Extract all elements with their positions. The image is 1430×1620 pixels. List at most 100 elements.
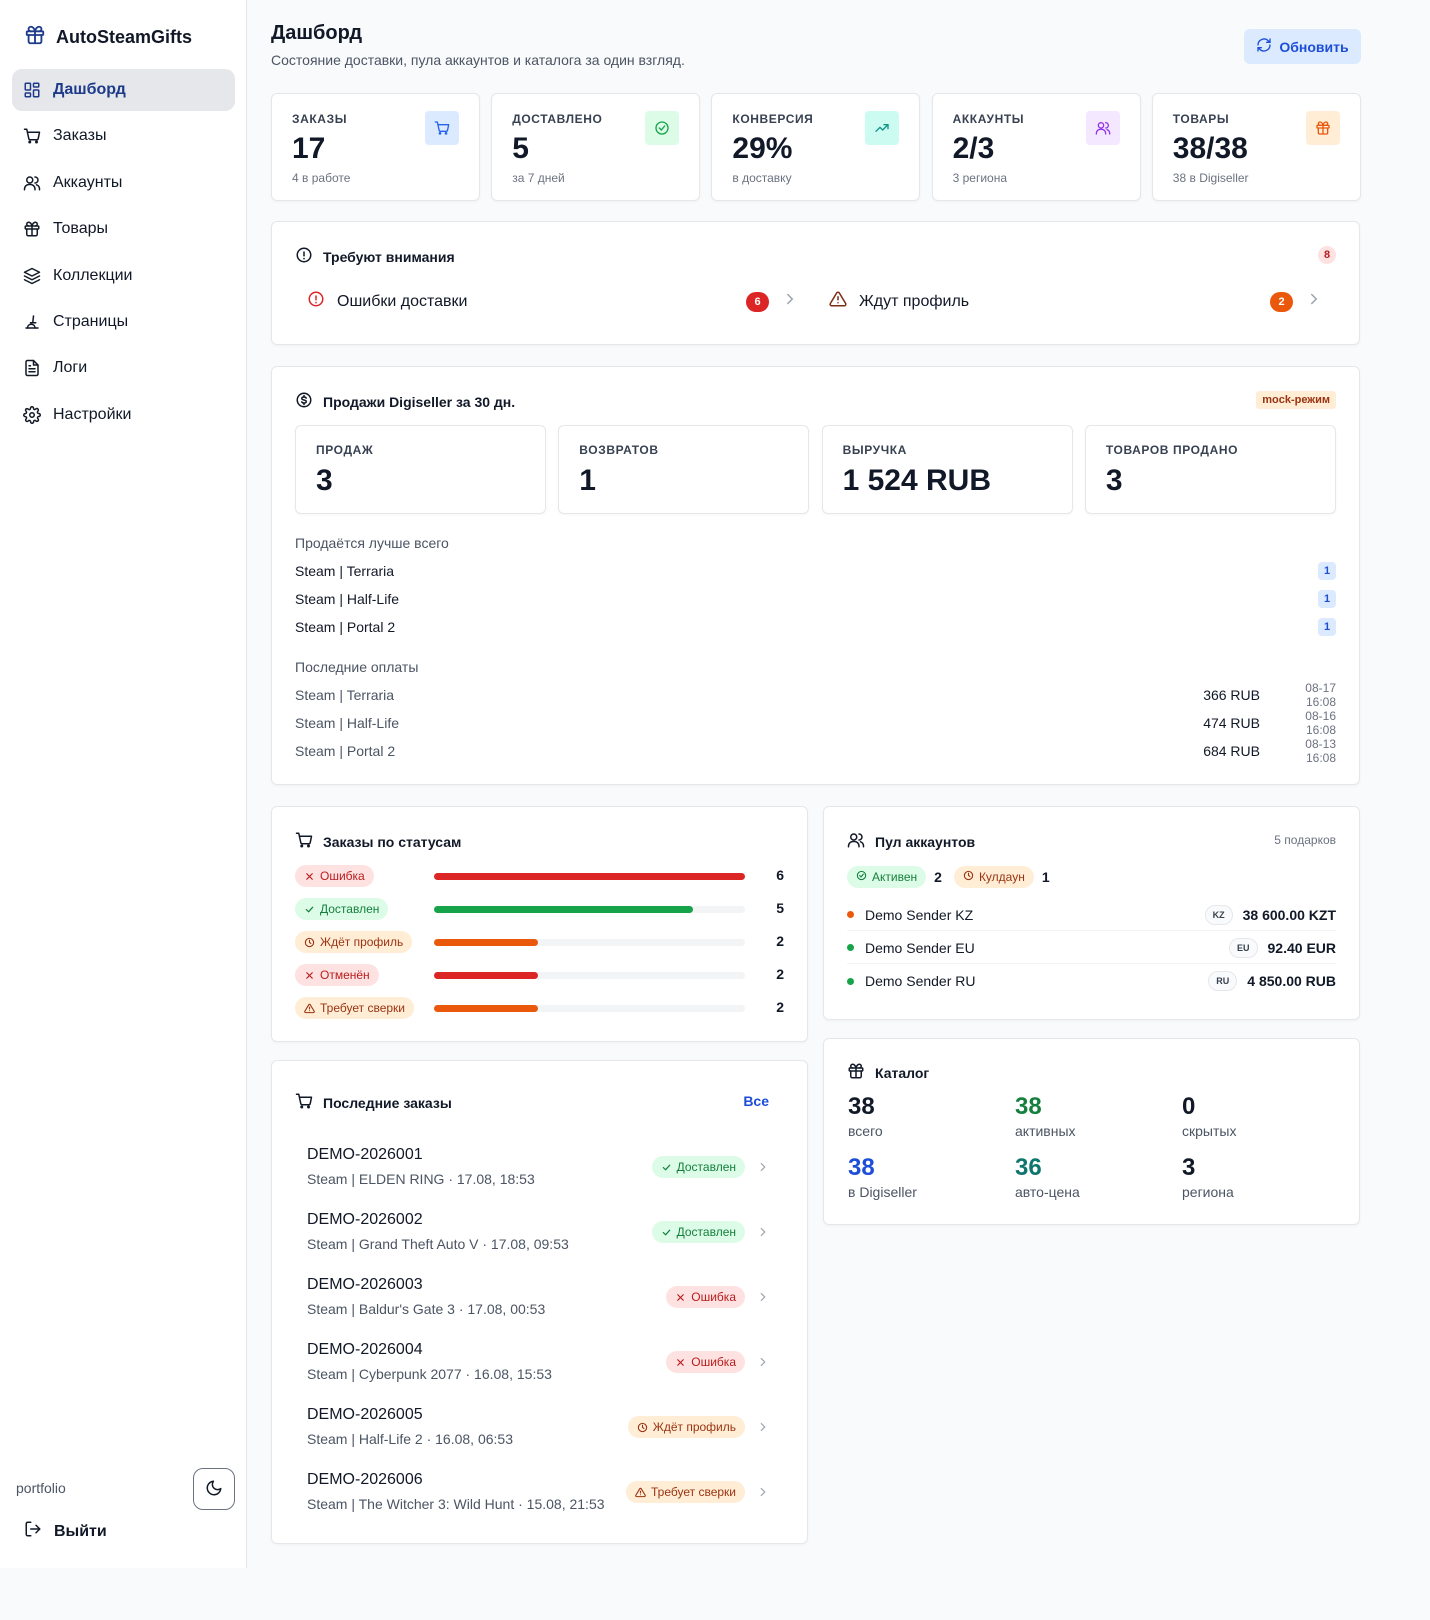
- moon-icon: [205, 1479, 223, 1500]
- chevron-right-icon: [756, 1225, 770, 1242]
- sales-stat-sales: ПРОДАЖ 3: [295, 425, 546, 514]
- status-row-отменён[interactable]: Отменён 2: [295, 964, 784, 986]
- catalog-stat-value: 36: [1015, 1154, 1042, 1181]
- status-chip: Требует сверки: [295, 997, 414, 1019]
- order-row[interactable]: DEMO-2026003 Steam | Baldur's Gate 3 · 1…: [295, 1276, 784, 1332]
- account-row[interactable]: Demo Sender KZ KZ 38 600.00 KZT: [847, 899, 1336, 931]
- stat-label: АККАУНТЫ: [952, 112, 1025, 126]
- gift-icon: [23, 220, 41, 238]
- cart-icon: [425, 111, 459, 145]
- sidebar: AutoSteamGifts Дашборд Заказы Аккаунты Т…: [0, 0, 247, 1568]
- sidebar-item-pages[interactable]: Страницы: [12, 301, 235, 343]
- payment-row: Steam | Portal 2 684 RUB 08-13 16:08: [295, 737, 1336, 765]
- sidebar-item-dashboard[interactable]: Дашборд: [12, 69, 235, 111]
- alert-circle-icon: [295, 246, 313, 267]
- status-bar-fill: [434, 873, 745, 880]
- order-row[interactable]: DEMO-2026004 Steam | Cyberpunk 2077 · 16…: [295, 1341, 784, 1397]
- sidebar-item-collections[interactable]: Коллекции: [12, 255, 235, 297]
- logout-button[interactable]: Выйти: [24, 1520, 107, 1543]
- stat-hint: за 7 дней: [512, 171, 565, 185]
- error-circle-icon: [307, 290, 325, 313]
- sales-title-text: Продажи Digiseller за 30 дн.: [323, 393, 516, 410]
- warning-icon: [304, 1003, 315, 1014]
- sidebar-item-accounts[interactable]: Аккаунты: [12, 162, 235, 204]
- sidebar-item-products[interactable]: Товары: [12, 208, 235, 250]
- stat-card-accounts[interactable]: АККАУНТЫ 2/3 3 региона: [931, 93, 1141, 201]
- clock-icon: [963, 870, 974, 884]
- payment-time: 08-13 16:08: [1305, 737, 1336, 765]
- stat-card-delivered[interactable]: ДОСТАВЛЕНО 5 за 7 дней: [491, 93, 701, 201]
- theme-toggle-button[interactable]: [193, 1468, 235, 1510]
- sales-stat-value: 3: [1105, 464, 1123, 497]
- x-icon: [304, 970, 315, 981]
- recent-payments-heading: Последние оплаты: [295, 659, 419, 675]
- chevron-right-icon: [756, 1485, 770, 1502]
- payment-row: Steam | Half-Life 474 RUB 08-16 16:08: [295, 709, 1336, 737]
- page-subtitle: Состояние доставки, пула аккаунтов и кат…: [271, 52, 685, 68]
- status-bar-track: [434, 939, 745, 946]
- refresh-button[interactable]: Обновить: [1244, 29, 1361, 64]
- order-row[interactable]: DEMO-2026002 Steam | Grand Theft Auto V …: [295, 1211, 784, 1267]
- pool-summary: Активен 2 Кулдаун 1: [847, 866, 1050, 888]
- status-bar-track: [434, 873, 745, 880]
- attention-card: Требуют внимания 8: [271, 221, 1360, 345]
- status-bar-track: [434, 972, 745, 979]
- status-bar-fill: [434, 1005, 538, 1012]
- best-seller-row: Steam | Half-Life 1: [295, 588, 1336, 610]
- sidebar-item-settings[interactable]: Настройки: [12, 394, 235, 436]
- catalog-stat: 38 в Digiseller: [848, 1154, 917, 1200]
- stat-label: ТОВАРЫ: [1172, 112, 1230, 126]
- catalog-stat: 36 авто-цена: [1015, 1154, 1080, 1200]
- all-orders-link[interactable]: Все: [743, 1093, 769, 1109]
- account-row[interactable]: Demo Sender RU RU 4 850.00 RUB: [847, 965, 1336, 997]
- order-id: DEMO-2026003: [307, 1276, 423, 1293]
- sidebar-item-orders[interactable]: Заказы: [12, 115, 235, 157]
- status-chip: Отменён: [295, 964, 379, 986]
- order-row[interactable]: DEMO-2026006 Steam | The Witcher 3: Wild…: [295, 1471, 784, 1527]
- account-status-dot: [847, 977, 854, 985]
- stat-card-orders[interactable]: ЗАКАЗЫ 17 4 в работе: [271, 93, 480, 201]
- order-row[interactable]: DEMO-2026001 Steam | ELDEN RING · 17.08,…: [295, 1146, 784, 1202]
- attention-item-delivery-errors[interactable]: Ошибки доставки 6: [307, 290, 799, 313]
- attention-item-awaiting-profile[interactable]: Ждут профиль 2: [829, 290, 1323, 313]
- cart-icon: [295, 1092, 313, 1113]
- account-balance: 4 850.00 RUB: [1247, 973, 1336, 989]
- catalog-stat-label: всего: [848, 1123, 883, 1139]
- payment-amount: 474 RUB: [1203, 715, 1260, 731]
- order-id: DEMO-2026006: [307, 1471, 423, 1488]
- status-title: Заказы по статусам: [295, 831, 461, 852]
- stat-card-conversion[interactable]: КОНВЕРСИЯ 29% в доставку: [711, 93, 921, 201]
- status-count: 5: [776, 900, 784, 916]
- brand[interactable]: AutoSteamGifts: [24, 24, 192, 51]
- sales-title: Продажи Digiseller за 30 дн.: [295, 391, 515, 412]
- payment-name: Steam | Terraria: [295, 687, 395, 703]
- account-row[interactable]: Demo Sender EU EU 92.40 EUR: [847, 932, 1336, 964]
- status-count: 6: [776, 867, 784, 883]
- status-row-ждёт-профиль[interactable]: Ждёт профиль 2: [295, 931, 784, 953]
- stat-card-products[interactable]: ТОВАРЫ 38/38 38 в Digiseller: [1151, 93, 1361, 201]
- account-region: RU: [1208, 971, 1238, 991]
- clock-icon: [304, 937, 315, 948]
- sales-stat-value: 3: [316, 464, 333, 497]
- stat-value: 17: [292, 132, 326, 165]
- sales-stat-revenue: ВЫРУЧКА 1 524 RUB: [821, 425, 1073, 514]
- catalog-stat: 38 всего: [848, 1093, 883, 1139]
- order-id: DEMO-2026005: [307, 1406, 423, 1423]
- payment-time: 08-16 16:08: [1305, 709, 1336, 737]
- logout-label: Выйти: [54, 1522, 107, 1540]
- order-row[interactable]: DEMO-2026005 Steam | Half-Life 2 · 16.08…: [295, 1406, 784, 1462]
- stat-hint: 4 в работе: [292, 171, 351, 185]
- sidebar-item-logs[interactable]: Логи: [12, 347, 235, 389]
- order-id: DEMO-2026004: [307, 1341, 423, 1358]
- catalog-stat-value: 38: [848, 1154, 875, 1181]
- attention-item-count: 2: [1270, 291, 1293, 312]
- status-bar-fill: [434, 906, 694, 913]
- status-row-требует-сверки[interactable]: Требует сверки 2: [295, 997, 784, 1019]
- status-row-доставлен[interactable]: Доставлен 5: [295, 898, 784, 920]
- stat-value: 2/3: [952, 132, 995, 165]
- order-status-chip: Ошибка: [666, 1351, 745, 1373]
- status-bar-track: [434, 906, 745, 913]
- status-row-ошибка[interactable]: Ошибка 6: [295, 865, 784, 887]
- sales-stat-refunds: ВОЗВРАТОВ 1: [558, 425, 810, 514]
- page-title: Дашборд: [271, 22, 363, 44]
